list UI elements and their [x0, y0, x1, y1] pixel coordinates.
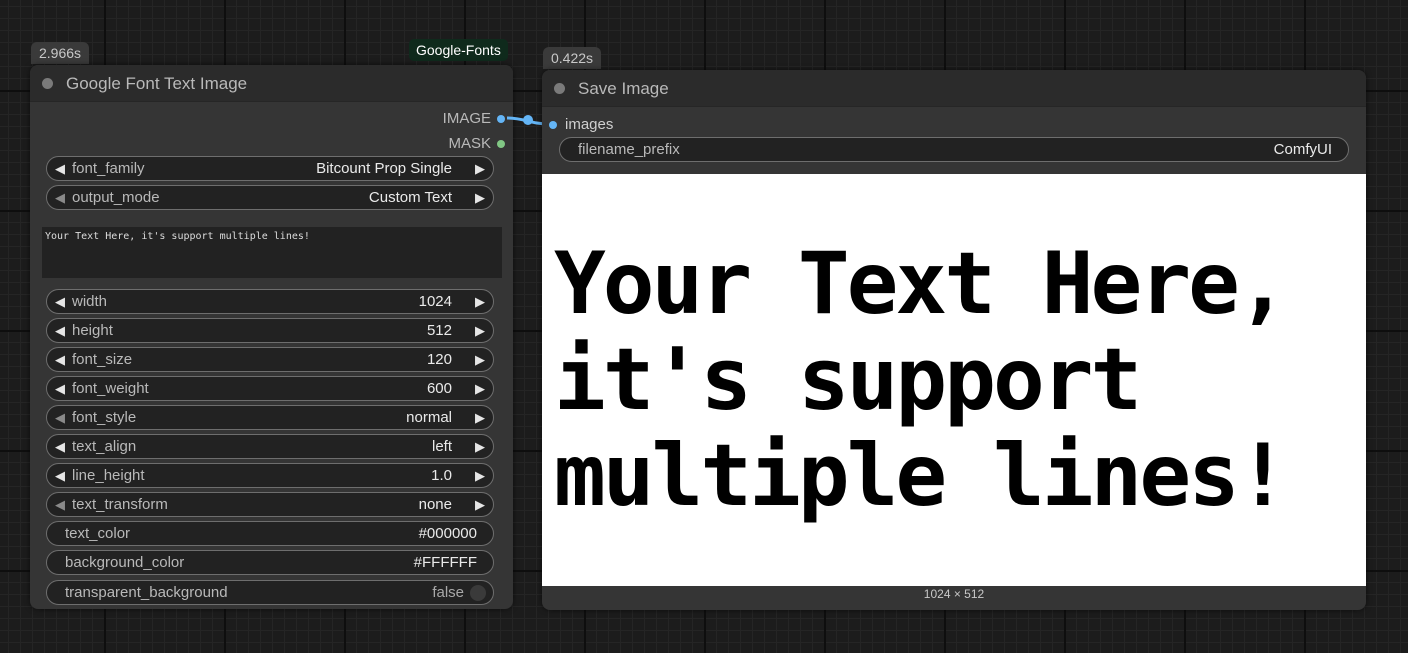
widget-label: filename_prefix	[578, 141, 680, 158]
node-title-bar[interactable]: Save Image	[542, 70, 1366, 107]
image-dimensions: 1024 × 512	[923, 587, 985, 601]
filename-prefix-field[interactable]: filename_prefix ComfyUI	[559, 137, 1349, 162]
preview-rendered-text: Your Text Here, it's support multiple li…	[554, 234, 1289, 526]
save-image-node[interactable]: Save Image images filename_prefix ComfyU…	[542, 70, 1366, 610]
collapse-dot-icon[interactable]	[554, 83, 565, 94]
input-images-slot[interactable]: images	[549, 116, 613, 133]
link-midpoint-icon	[523, 115, 533, 125]
input-images-dot-icon[interactable]	[549, 120, 557, 129]
input-images-label: images	[565, 116, 614, 133]
execution-time-badge: 0.422s	[543, 47, 602, 69]
image-preview[interactable]: Your Text Here, it's support multiple li…	[542, 174, 1366, 586]
widget-value: ComfyUI	[1273, 141, 1332, 158]
node-title: Save Image	[578, 79, 669, 98]
